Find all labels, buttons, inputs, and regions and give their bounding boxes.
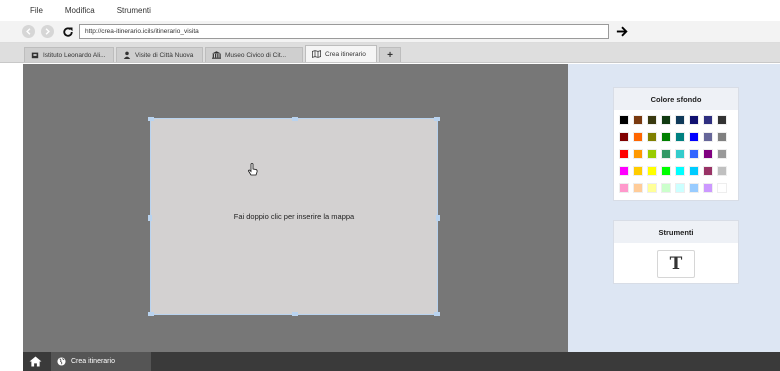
tab-label: Crea itinerario [325,50,366,58]
tab-label: Visite di Città Nuova [135,51,194,59]
back-button[interactable] [22,25,35,38]
map-icon [312,50,321,58]
color-swatch[interactable] [647,166,657,176]
resize-handle[interactable] [148,312,154,316]
side-panel: Colore sfondo Strumenti T [568,64,780,352]
color-swatch[interactable] [619,115,629,125]
color-swatch[interactable] [633,115,643,125]
left-margin [0,64,23,371]
resize-handle[interactable] [292,312,298,316]
arrow-right-icon [45,28,50,35]
color-swatch[interactable] [661,132,671,142]
color-swatch[interactable] [689,183,699,193]
resize-handle[interactable] [148,117,154,121]
color-swatch[interactable] [689,115,699,125]
color-swatch[interactable] [647,149,657,159]
color-swatch[interactable] [633,183,643,193]
url-input[interactable]: http://crea-itinerario.icils/itinerario_… [79,24,609,39]
tab-label: Museo Civico di Cit... [225,51,287,59]
color-swatch[interactable] [675,132,685,142]
arrow-right-icon [616,26,628,37]
menu-file[interactable]: File [30,6,43,15]
color-swatch[interactable] [661,183,671,193]
color-swatch[interactable] [703,166,713,176]
color-swatch[interactable] [619,183,629,193]
color-swatch[interactable] [717,183,727,193]
go-button[interactable] [615,25,629,39]
menu-modifica[interactable]: Modifica [65,6,95,15]
color-swatch[interactable] [633,149,643,159]
color-swatch[interactable] [619,166,629,176]
tools-title: Strumenti [614,221,738,243]
globe-icon [57,357,66,366]
tools-panel: Strumenti T [613,220,739,284]
color-swatch[interactable] [647,132,657,142]
color-swatch[interactable] [675,166,685,176]
tab-visite[interactable]: Visite di Città Nuova [116,47,203,62]
text-tool-button[interactable]: T [657,250,695,278]
background-color-panel: Colore sfondo [613,87,739,201]
color-swatch[interactable] [647,183,657,193]
home-button[interactable] [23,352,47,371]
resize-handle[interactable] [434,117,440,121]
color-swatch[interactable] [619,132,629,142]
color-swatch[interactable] [689,132,699,142]
tab-museo[interactable]: Museo Civico di Cit... [205,47,303,62]
tab-crea-itinerario[interactable]: Crea itinerario [305,45,377,62]
map-placeholder-text: Fai doppio clic per inserire la mappa [233,212,355,221]
museum-icon [212,51,221,59]
reload-button[interactable] [61,25,75,39]
color-swatch[interactable] [689,166,699,176]
color-swatch[interactable] [703,132,713,142]
hand-pointer-icon [248,163,258,178]
color-swatch[interactable] [717,166,727,176]
color-swatch[interactable] [675,183,685,193]
color-swatch[interactable] [703,149,713,159]
forward-button[interactable] [41,25,54,38]
color-swatch[interactable] [717,132,727,142]
color-swatch[interactable] [703,115,713,125]
color-swatch[interactable] [717,115,727,125]
resize-handle[interactable] [292,117,298,121]
arrow-left-icon [26,28,31,35]
tab-bar: Istituto Leonardo Ali... Visite di Città… [0,43,780,63]
color-swatch[interactable] [633,132,643,142]
resize-handle[interactable] [434,312,440,316]
reload-icon [63,26,73,37]
color-swatch[interactable] [661,149,671,159]
tab-istituto[interactable]: Istituto Leonardo Ali... [24,47,114,62]
person-icon [123,51,131,59]
editor-canvas: Fai doppio clic per inserire la mappa [23,64,568,352]
home-icon [29,356,41,367]
color-swatch[interactable] [703,183,713,193]
color-swatch[interactable] [717,149,727,159]
map-placeholder-box[interactable]: Fai doppio clic per inserire la mappa [148,117,440,316]
color-swatch[interactable] [647,115,657,125]
color-swatch[interactable] [619,149,629,159]
menu-bar: File Modifica Strumenti [0,0,780,21]
new-tab-button[interactable]: + [379,47,401,62]
menu-strumenti[interactable]: Strumenti [117,6,151,15]
tab-label: Istituto Leonardo Ali... [43,51,106,59]
background-color-title: Colore sfondo [614,88,738,110]
color-swatch[interactable] [675,115,685,125]
taskbar: Crea itinerario [23,352,780,371]
color-swatch-grid [614,110,738,193]
color-swatch[interactable] [689,149,699,159]
color-swatch[interactable] [675,149,685,159]
color-swatch[interactable] [661,166,671,176]
color-swatch[interactable] [661,115,671,125]
navigation-bar: http://crea-itinerario.icils/itinerario_… [0,21,780,43]
taskbar-item-crea-itinerario[interactable]: Crea itinerario [51,352,151,371]
school-icon [31,51,39,59]
color-swatch[interactable] [633,166,643,176]
taskbar-item-label: Crea itinerario [71,358,115,365]
